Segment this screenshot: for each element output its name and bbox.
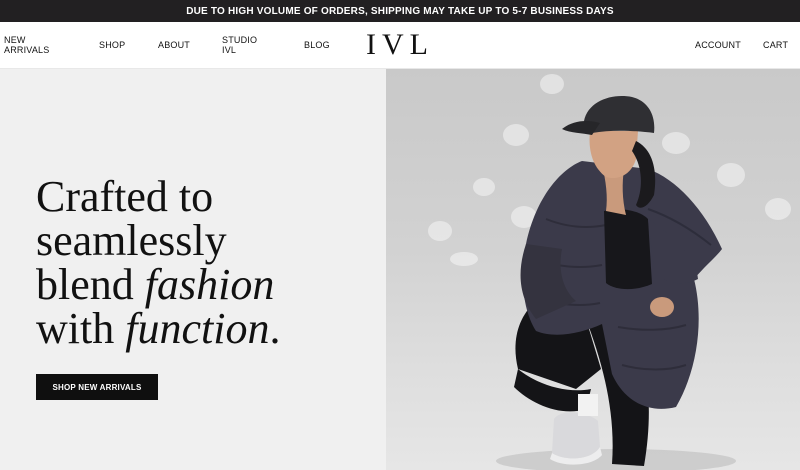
hero-image [386,69,800,470]
hero-headline: Crafted to seamlessly blend fashion with… [36,175,376,351]
headline-line-3-prefix: blend [36,260,145,309]
headline-word-function: function [125,304,270,353]
hero-text-panel: Crafted to seamlessly blend fashion with… [0,69,386,470]
shop-new-arrivals-button[interactable]: SHOP NEW ARRIVALS [36,374,158,400]
nav-account[interactable]: ACCOUNT [695,40,741,50]
announcement-bar: DUE TO HIGH VOLUME OF ORDERS, SHIPPING M… [0,0,800,22]
nav-cart[interactable]: CART [763,40,788,50]
model-photo-illustration [428,74,791,470]
headline-word-fashion: fashion [144,260,275,309]
hero-section: Crafted to seamlessly blend fashion with… [0,69,800,470]
announcement-text: DUE TO HIGH VOLUME OF ORDERS, SHIPPING M… [186,5,614,17]
headline-period: . [269,304,281,353]
headline-line-1: Crafted to [36,172,214,221]
headline-line-4-prefix: with [36,304,126,353]
site-header: NEW ARRIVALS SHOP ABOUT STUDIO IVL BLOG … [0,22,800,69]
account-nav: ACCOUNT CART [0,22,800,68]
headline-line-2: seamlessly [36,216,227,265]
